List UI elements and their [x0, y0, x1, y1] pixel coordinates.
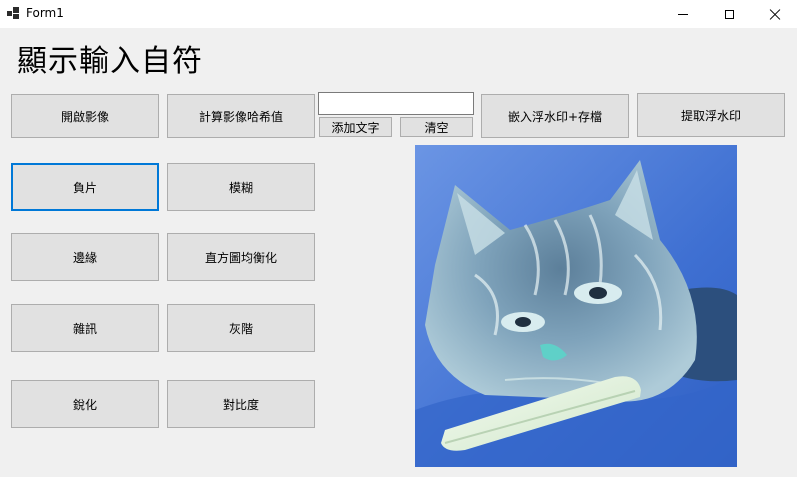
page-title: 顯示輸入自符 [17, 44, 203, 79]
close-button[interactable] [752, 0, 797, 28]
open-image-button[interactable]: 開啟影像 [11, 94, 159, 138]
maximize-button[interactable] [706, 0, 752, 28]
embed-watermark-save-button[interactable]: 嵌入浮水印+存檔 [481, 94, 629, 138]
sharpen-button[interactable]: 銳化 [11, 380, 159, 428]
maximize-icon [724, 9, 734, 19]
photo-icon [415, 145, 737, 467]
minimize-icon [678, 13, 688, 15]
negative-button[interactable]: 負片 [11, 163, 159, 211]
image-preview [415, 145, 737, 467]
minimize-button[interactable] [660, 0, 706, 28]
grayscale-button[interactable]: 灰階 [167, 304, 315, 352]
histogram-equalization-button[interactable]: 直方圖均衡化 [167, 233, 315, 281]
noise-button[interactable]: 雜訊 [11, 304, 159, 352]
compute-hash-button[interactable]: 計算影像哈希值 [167, 94, 315, 138]
clear-button[interactable]: 清空 [400, 117, 473, 137]
extract-watermark-button[interactable]: 提取浮水印 [637, 93, 785, 137]
contrast-button[interactable]: 對比度 [167, 380, 315, 428]
edge-button[interactable]: 邊緣 [11, 233, 159, 281]
close-icon [769, 8, 781, 20]
watermark-text-input[interactable] [318, 92, 474, 115]
app-icon [7, 7, 20, 20]
title-bar: Form1 [0, 0, 797, 28]
window-title: Form1 [26, 6, 64, 20]
add-text-button[interactable]: 添加文字 [319, 117, 392, 137]
blur-button[interactable]: 模糊 [167, 163, 315, 211]
